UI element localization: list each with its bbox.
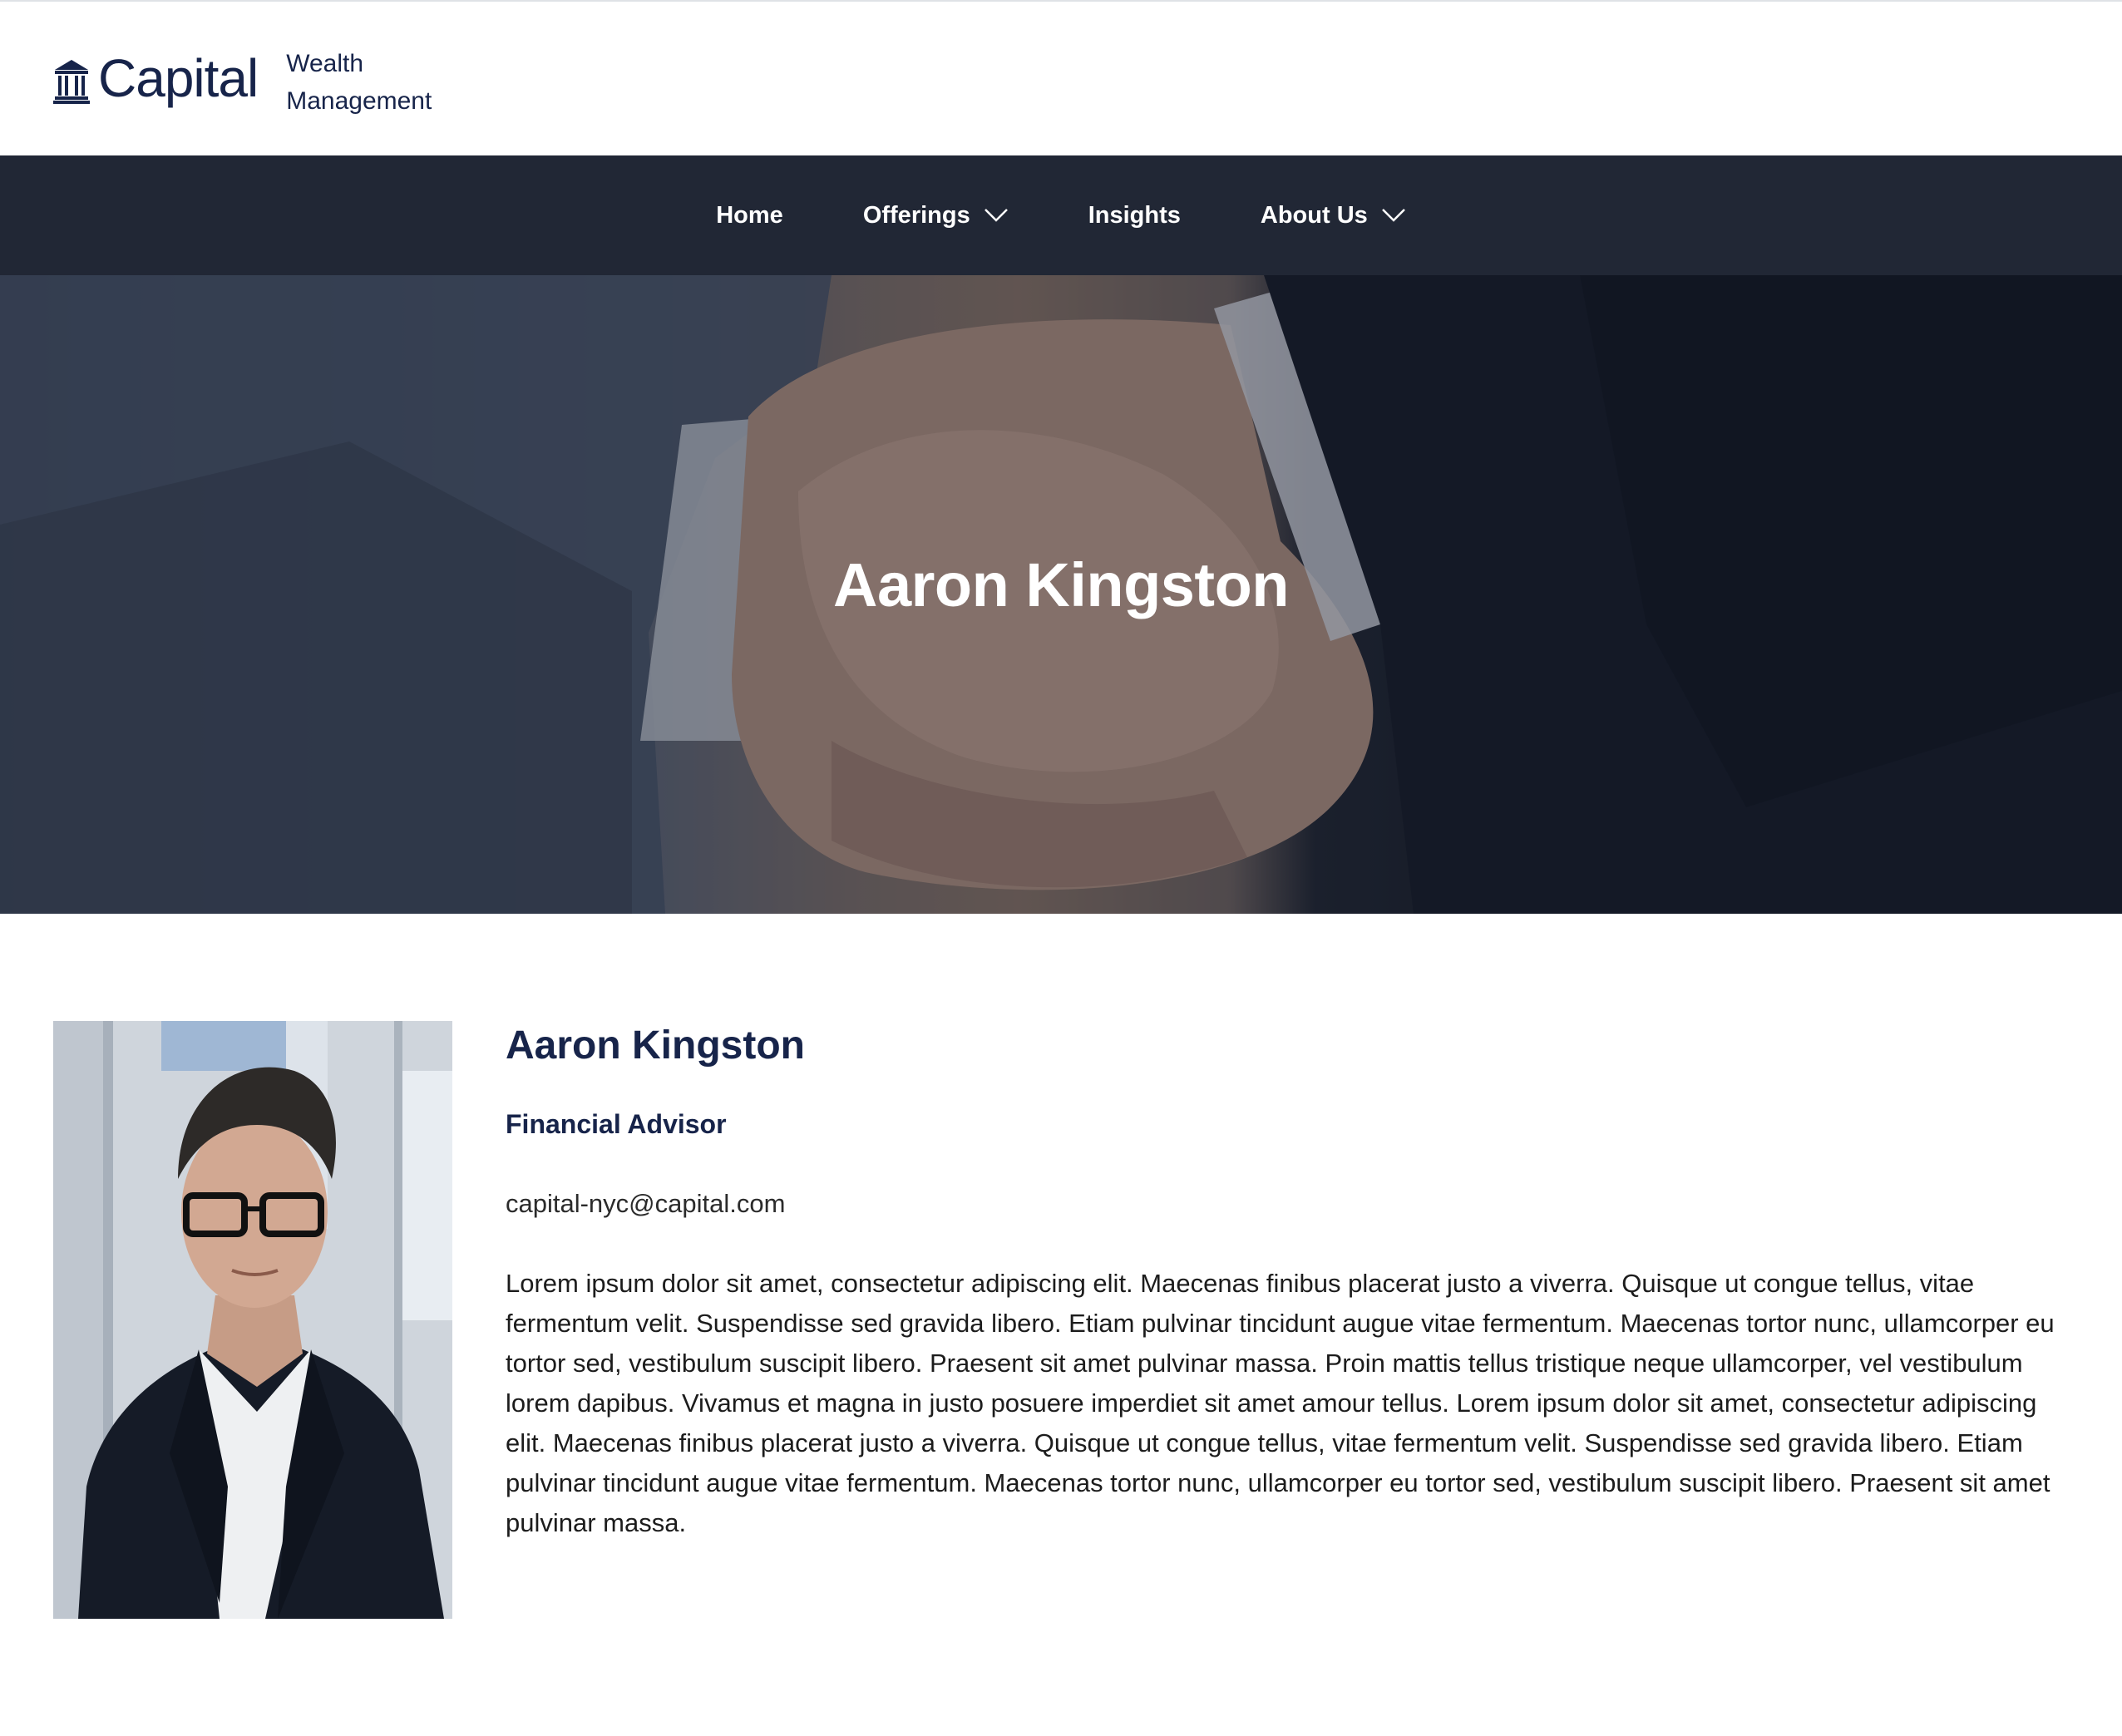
site-header: Capital Wealth Management (0, 0, 2122, 155)
nav-item-about-us-label: About Us (1260, 201, 1368, 229)
nav-item-home-label: Home (716, 201, 783, 229)
nav-item-about-us[interactable]: About Us (1261, 202, 1406, 229)
nav-item-insights-label: Insights (1088, 201, 1181, 229)
advisor-bio: Lorem ipsum dolor sit amet, consectetur … (506, 1269, 2055, 1537)
portrait-image (53, 1021, 452, 1619)
nav-item-home[interactable]: Home (716, 202, 783, 229)
advisor-profile: Aaron Kingston Financial Advisor capital… (506, 1021, 2069, 1543)
advisor-portrait (53, 1021, 452, 1619)
nav-item-offerings-label: Offerings (862, 201, 970, 229)
hero-banner: Aaron Kingston (0, 275, 2122, 914)
hero-title: Aaron Kingston (833, 550, 1289, 619)
advisor-name: Aaron Kingston (506, 1023, 805, 1068)
brand-tagline-line1: Wealth (286, 50, 364, 77)
brand-tagline-line2: Management (286, 87, 432, 115)
main-navigation: Home Offerings Insights About Us (0, 155, 2122, 275)
chevron-down-icon (1381, 209, 1405, 222)
nav-item-insights[interactable]: Insights (1088, 202, 1181, 229)
advisor-email-link[interactable]: capital-nyc@capital.com (506, 1187, 2069, 1221)
nav-item-offerings[interactable]: Offerings (863, 202, 1009, 229)
chevron-down-icon (984, 209, 1008, 222)
brand-logo[interactable]: Capital Wealth Management (53, 45, 432, 120)
bank-icon (53, 60, 90, 104)
brand-tagline: Wealth Management (286, 45, 432, 120)
advisor-role: Financial Advisor (506, 1109, 727, 1139)
brand-name: Capital (98, 48, 259, 108)
